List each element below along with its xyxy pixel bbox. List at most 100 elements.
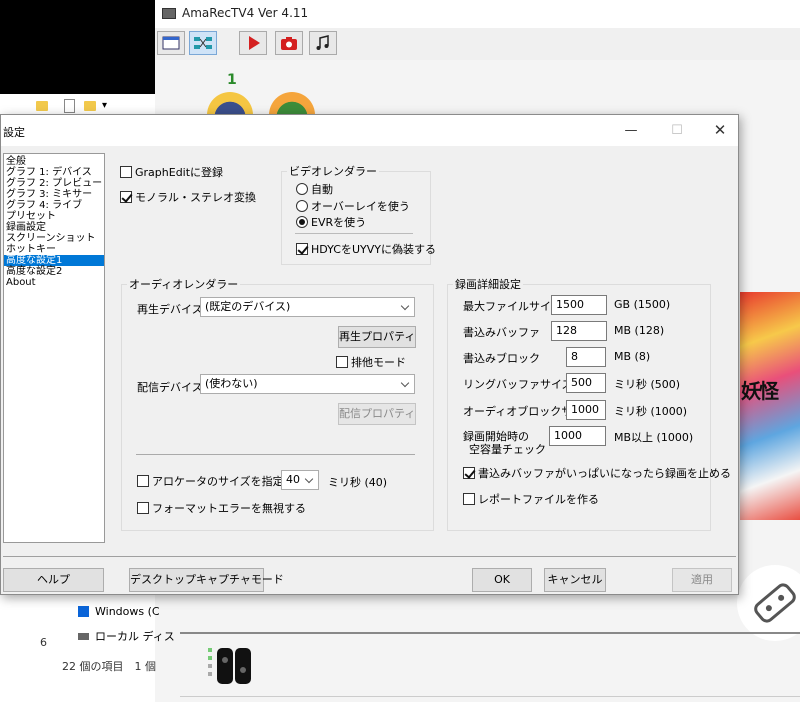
amarec-toolbar	[155, 28, 800, 60]
music-button[interactable]	[309, 31, 337, 55]
write-buffer-unit: MB (128)	[614, 324, 665, 337]
nav-item-graph2[interactable]: グラフ 2: プレビュー	[4, 178, 104, 189]
delivery-device-label: 配信デバイス	[137, 381, 203, 394]
playback-properties-button[interactable]: 再生プロパティ	[338, 326, 416, 348]
cancel-button[interactable]: キャンセル	[544, 568, 606, 592]
free-space-check-unit: MB以上 (1000)	[614, 431, 694, 444]
allocator-size-select[interactable]: 40	[281, 470, 319, 490]
maximize-button[interactable]: ☐	[654, 115, 700, 146]
chevron-down-icon[interactable]: ▾	[102, 100, 107, 111]
camera-icon	[281, 37, 297, 50]
radio-evr[interactable]: EVRを使う	[296, 214, 366, 230]
checkbox-box	[296, 243, 308, 255]
radio-circle	[296, 216, 308, 228]
playback-device-label: 再生デバイス	[137, 303, 203, 316]
radio-auto[interactable]: 自動	[296, 181, 333, 197]
apply-button[interactable]: 適用	[672, 568, 732, 592]
play-icon	[249, 36, 260, 50]
ignore-format-error-checkbox[interactable]: フォーマットエラーを無視する	[137, 500, 306, 516]
explorer-status: 22 個の項目 1 個	[62, 660, 156, 673]
tree-item-local-disk[interactable]: ローカル ディス	[78, 628, 175, 644]
radio-circle	[296, 183, 308, 195]
amarec-app-icon	[162, 8, 176, 19]
write-block-input[interactable]: 8	[566, 347, 606, 367]
explorer-file-pane: Windows (C 6 ローカル ディス 22 個の項目 1 個	[0, 594, 175, 702]
help-button[interactable]: ヘルプ	[3, 568, 104, 592]
nav-item-general[interactable]: 全般	[4, 156, 104, 167]
nav-item-hotkey[interactable]: ホットキー	[4, 244, 104, 255]
disk-drive-icon	[78, 633, 89, 640]
nav-item-advanced2[interactable]: 高度な設定2	[4, 266, 104, 277]
player-count: 1	[227, 72, 237, 88]
stop-when-buffer-full-checkbox[interactable]: 書込みバッファがいっぱいになったら録画を止める	[463, 465, 731, 481]
graphedit-checkbox[interactable]: GraphEditに登録	[120, 164, 223, 180]
camera-button[interactable]	[275, 31, 303, 55]
video-renderer-title: ビデオレンダラー	[287, 163, 379, 179]
nav-item-recording[interactable]: 録画設定	[4, 222, 104, 233]
tree-item-windows[interactable]: Windows (C	[78, 605, 160, 618]
audio-block-unit: ミリ秒 (1000)	[614, 405, 688, 418]
window-icon	[162, 36, 180, 50]
report-file-checkbox[interactable]: レポートファイルを作る	[463, 491, 599, 507]
music-note-icon	[316, 35, 329, 50]
radio-circle	[296, 200, 308, 212]
folder-icon[interactable]	[36, 101, 48, 111]
ring-buffer-label: リングバッファサイズ	[463, 378, 573, 391]
divider	[180, 696, 800, 697]
ring-buffer-input[interactable]: 500	[566, 373, 606, 393]
dialog-title: 設定	[3, 126, 25, 139]
settings-category-list[interactable]: 全般 グラフ 1: デバイス グラフ 2: プレビュー グラフ 3: ミキサー …	[3, 153, 105, 543]
ok-button[interactable]: OK	[472, 568, 532, 592]
amarec-titlebar: AmaRecTV4 Ver 4.11	[155, 0, 800, 28]
play-button[interactable]	[239, 31, 267, 55]
delivery-properties-button[interactable]: 配信プロパティ	[338, 403, 416, 425]
desktop-capture-button[interactable]: デスクトップキャプチャモード	[129, 568, 284, 592]
game-preview-image	[740, 292, 800, 520]
checkbox-box	[463, 467, 475, 479]
chevron-down-icon	[400, 378, 410, 388]
divider	[180, 632, 800, 634]
nav-item-graph3[interactable]: グラフ 3: ミキサー	[4, 189, 104, 200]
nav-item-advanced1[interactable]: 高度な設定1	[4, 255, 104, 266]
free-space-check-label-2: 空容量チェック	[469, 443, 546, 456]
checkbox-box	[137, 502, 149, 514]
window-view-button[interactable]	[157, 31, 185, 55]
audio-renderer-title: オーディオレンダラー	[127, 276, 241, 292]
settings-dialog: 設定 — ☐ ✕ 全般 グラフ 1: デバイス グラフ 2: プレビュー グラフ…	[0, 114, 739, 595]
mono-stereo-checkbox[interactable]: モノラル・ステレオ変換	[120, 189, 256, 205]
new-folder-icon[interactable]	[84, 101, 96, 111]
graph-view-button[interactable]	[189, 31, 217, 55]
audio-block-input[interactable]: 1000	[566, 400, 606, 420]
nav-item-graph1[interactable]: グラフ 1: デバイス	[4, 167, 104, 178]
write-buffer-label: 書込みバッファ	[463, 326, 540, 339]
exclusive-mode-checkbox[interactable]: 排他モード	[336, 354, 406, 370]
write-block-label: 書込みブロック	[463, 352, 540, 365]
ring-buffer-unit: ミリ秒 (500)	[614, 378, 681, 391]
playback-device-select[interactable]: (既定のデバイス)	[200, 297, 415, 317]
nav-item-about[interactable]: About	[4, 277, 104, 288]
divider	[295, 233, 413, 234]
divider	[3, 556, 736, 557]
nav-item-preset[interactable]: プリセット	[4, 211, 104, 222]
free-space-check-input[interactable]: 1000	[549, 426, 606, 446]
switch-controller-button[interactable]	[737, 565, 800, 641]
nav-item-screenshot[interactable]: スクリーンショット	[4, 233, 104, 244]
radio-overlay[interactable]: オーバーレイを使う	[296, 198, 410, 214]
allocator-unit-label: ミリ秒 (40)	[328, 476, 388, 489]
close-button[interactable]: ✕	[697, 115, 743, 146]
graph-icon	[194, 37, 212, 49]
checkbox-box	[120, 191, 132, 203]
max-file-size-input[interactable]: 1500	[551, 295, 607, 315]
nav-item-graph4[interactable]: グラフ 4: ライブ	[4, 200, 104, 211]
hdyc-checkbox[interactable]: HDYCをUYVYに偽装する	[296, 241, 436, 257]
max-file-size-label: 最大ファイルサイズ	[463, 300, 562, 313]
joycon-icon	[208, 648, 254, 691]
amarec-title: AmaRecTV4 Ver 4.11	[182, 6, 309, 20]
minimize-button[interactable]: —	[608, 115, 654, 146]
properties-icon[interactable]	[64, 99, 75, 113]
windows-drive-icon	[78, 606, 89, 617]
delivery-device-select[interactable]: (使わない)	[200, 374, 415, 394]
checkbox-box	[463, 493, 475, 505]
write-buffer-input[interactable]: 128	[551, 321, 607, 341]
max-file-size-unit: GB (1500)	[614, 298, 671, 311]
